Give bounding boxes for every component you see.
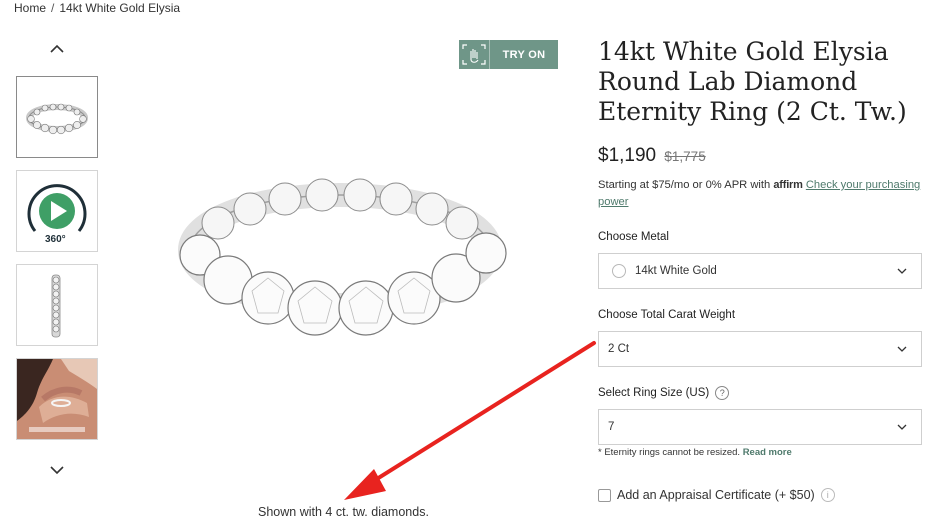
try-on-label: TRY ON	[502, 48, 546, 61]
metal-select[interactable]: 14kt White Gold	[598, 253, 922, 289]
thumbnail-360-video[interactable]: 360°	[16, 170, 98, 252]
hand-ar-icon	[459, 40, 490, 69]
breadcrumb: Home / 14kt White Gold Elysia	[14, 1, 180, 15]
product-title: 14kt White Gold Elysia Round Lab Diamond…	[598, 37, 907, 126]
thumbnail-ring-flat[interactable]	[16, 76, 98, 158]
carat-value: 2 Ct	[608, 343, 630, 355]
chevron-down-icon	[897, 424, 907, 430]
resize-note: * Eternity rings cannot be resized. Read…	[598, 447, 792, 458]
breadcrumb-separator: /	[51, 1, 55, 15]
appraisal-checkbox[interactable]	[598, 488, 611, 502]
ring-thumbnail-image	[26, 103, 88, 135]
ring-size-label-row: Select Ring Size (US)?	[598, 386, 730, 400]
ring-size-select[interactable]: 7	[598, 409, 922, 445]
chevron-up-icon	[50, 44, 64, 53]
resize-note-text: * Eternity rings cannot be resized.	[598, 447, 741, 458]
metal-value: 14kt White Gold	[635, 265, 717, 277]
appraisal-option: Add an Appraisal Certificate (+ $50) i	[598, 488, 835, 502]
chevron-down-icon	[897, 268, 907, 274]
carat-select[interactable]: 2 Ct	[598, 331, 922, 367]
thumbnail-lifestyle[interactable]	[16, 358, 98, 440]
thumbnail-ring-side[interactable]	[16, 264, 98, 346]
thumbnail-up-button[interactable]	[46, 40, 68, 58]
affirm-logo: affirm	[773, 179, 803, 191]
info-icon[interactable]: i	[820, 488, 835, 502]
video-360-label: 360°	[45, 234, 66, 245]
lifestyle-hand-image	[17, 359, 97, 439]
chevron-down-icon	[50, 466, 64, 475]
breadcrumb-current: 14kt White Gold Elysia	[59, 1, 181, 15]
breadcrumb-home-link[interactable]: Home	[14, 1, 46, 15]
sale-price: $1,190	[598, 145, 657, 166]
help-icon[interactable]: ?	[715, 386, 730, 400]
thumbnail-down-button[interactable]	[46, 461, 68, 479]
try-on-button[interactable]: TRY ON	[459, 40, 558, 69]
ring-side-thumbnail-image	[51, 274, 61, 338]
main-product-image[interactable]	[170, 165, 520, 365]
financing-info: Starting at $75/mo or 0% APR with affirm…	[598, 177, 928, 211]
price-block: $1,190 $1,775	[598, 145, 706, 167]
metal-swatch-icon	[612, 264, 626, 278]
ring-size-value: 7	[608, 421, 615, 433]
read-more-link[interactable]: Read more	[743, 447, 792, 458]
ring-size-label: Select Ring Size (US)	[598, 387, 710, 399]
image-caption: Shown with 4 ct. tw. diamonds.	[258, 505, 429, 519]
appraisal-label[interactable]: Add an Appraisal Certificate (+ $50)	[617, 488, 815, 502]
chevron-down-icon	[897, 346, 907, 352]
original-price: $1,775	[664, 149, 706, 164]
carat-label: Choose Total Carat Weight	[598, 309, 736, 321]
metal-label: Choose Metal	[598, 231, 669, 243]
financing-text: Starting at $75/mo or 0% APR with	[598, 179, 771, 191]
eternity-ring-image	[178, 178, 507, 336]
